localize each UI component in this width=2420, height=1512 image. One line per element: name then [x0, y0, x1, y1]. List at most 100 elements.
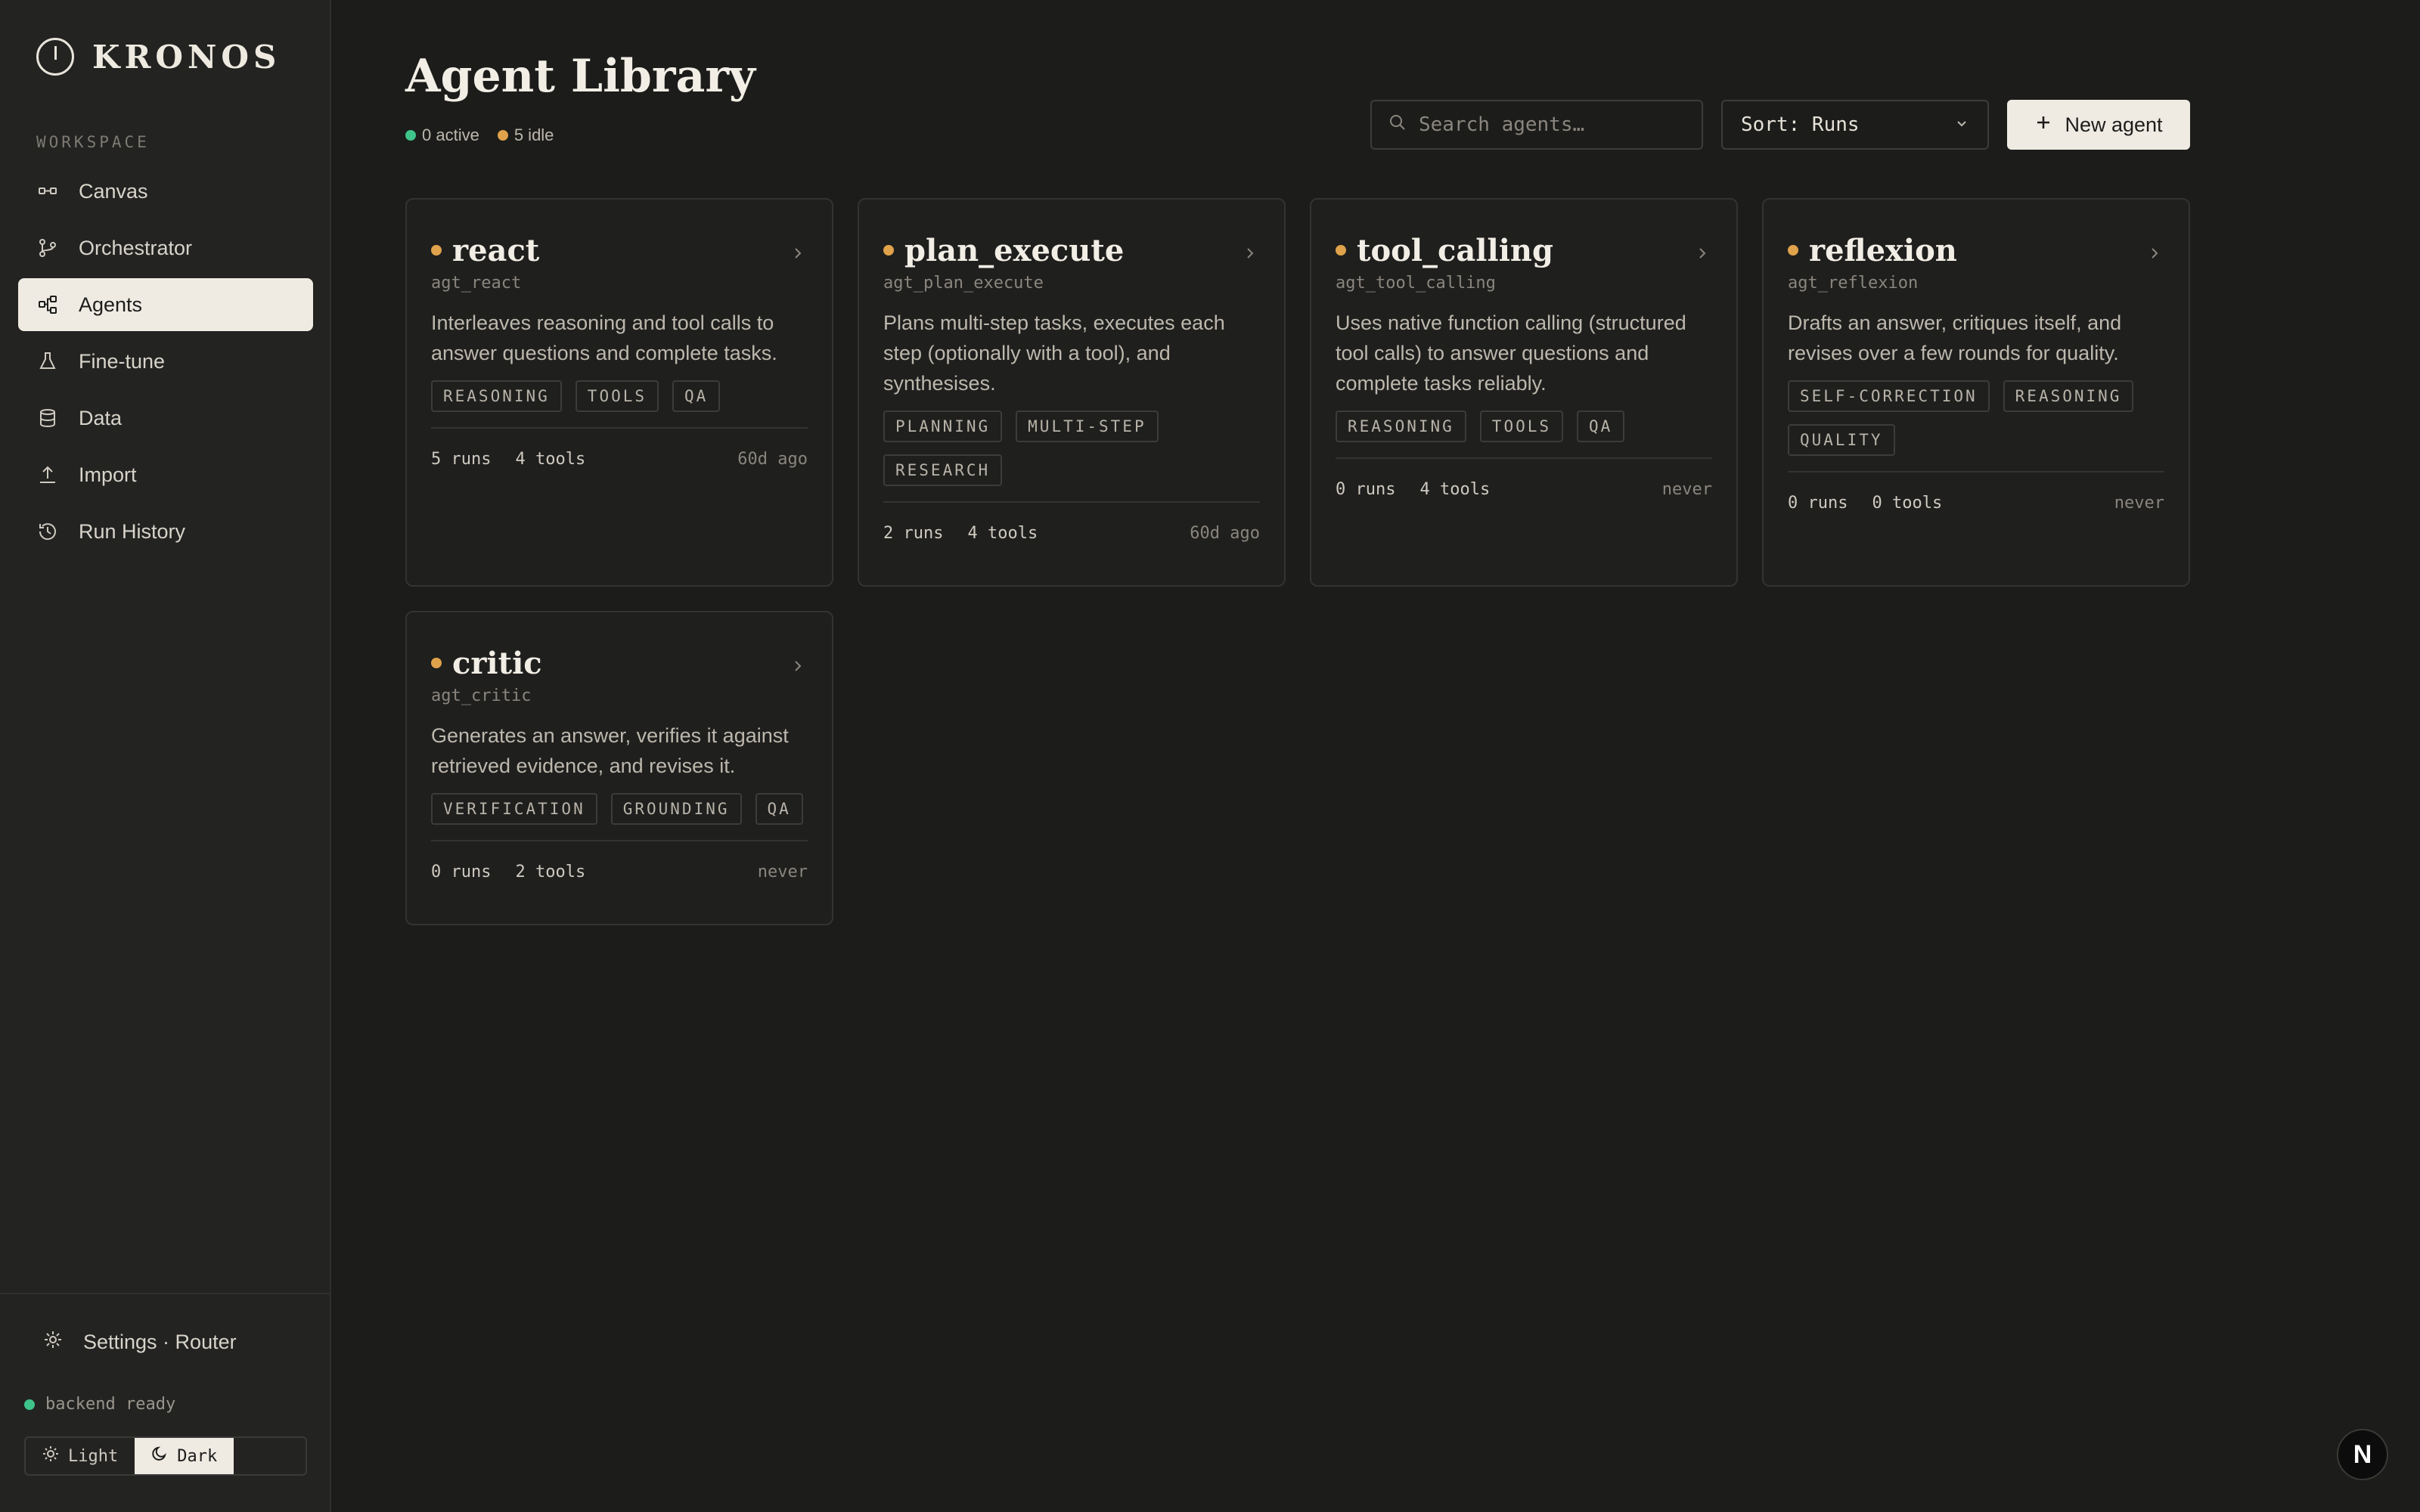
agent-tags: REASONING TOOLS QA — [431, 380, 808, 412]
sidebar-item-fine-tune[interactable]: Fine-tune — [18, 335, 313, 388]
agent-tags: REASONING TOOLS QA — [1336, 411, 1712, 442]
sidebar-item-data[interactable]: Data — [18, 392, 313, 445]
agent-name: tool_calling — [1357, 232, 1553, 268]
sidebar-item-label: Import — [79, 463, 137, 486]
chevron-right-icon[interactable] — [1242, 245, 1258, 262]
agent-card-tool-calling[interactable]: tool_calling agt_tool_calling Uses nativ… — [1310, 198, 1738, 587]
agent-card-footer: 5 runs 4 tools 60d ago — [431, 427, 808, 489]
brand[interactable]: KRONOS — [36, 38, 281, 76]
agent-tag: VERIFICATION — [431, 793, 597, 825]
agent-description: Generates an answer, verifies it against… — [431, 724, 789, 777]
idle-dot-icon — [431, 245, 442, 256]
active-dot-icon — [405, 130, 416, 141]
chevron-right-icon[interactable] — [790, 245, 806, 262]
settings-router-button[interactable]: Settings · Router — [42, 1329, 237, 1356]
plus-icon — [2034, 113, 2052, 137]
agent-runs: 0 runs — [1788, 493, 1848, 513]
agent-tag: REASONING — [2003, 380, 2134, 412]
agent-card-critic[interactable]: critic agt_critic Generates an answer, v… — [405, 611, 833, 925]
backend-status: backend ready — [24, 1395, 175, 1414]
search-icon — [1388, 113, 1407, 137]
agent-runs: 0 runs — [431, 862, 492, 881]
agent-card-react[interactable]: react agt_react Interleaves reasoning an… — [405, 198, 833, 587]
agent-tools: 4 tools — [1419, 479, 1491, 499]
agent-tag: SELF-CORRECTION — [1788, 380, 1990, 412]
chevron-right-icon[interactable] — [1694, 245, 1711, 262]
idle-count: 5 idle — [497, 125, 554, 145]
agent-last-run: never — [757, 862, 808, 881]
agent-id: agt_react — [431, 274, 522, 293]
agent-card-header: plan_execute — [883, 231, 1260, 269]
next-dev-button[interactable]: N — [2337, 1429, 2388, 1480]
search-input[interactable]: Search agents… — [1370, 100, 1703, 150]
brand-name: KRONOS — [92, 38, 281, 76]
agent-status-summary: 0 active 5 idle — [405, 125, 554, 145]
agent-tags: PLANNING MULTI-STEP RESEARCH — [883, 411, 1260, 486]
chevron-down-icon — [1954, 113, 1969, 136]
agent-card-plan-execute[interactable]: plan_execute agt_plan_execute Plans mult… — [858, 198, 1286, 587]
theme-light-label: Light — [68, 1446, 119, 1466]
idle-count-text: 5 idle — [513, 125, 554, 144]
agent-tag: PLANNING — [883, 411, 1003, 442]
agent-card-header: critic — [431, 644, 808, 682]
sidebar-item-orchestrator[interactable]: Orchestrator — [18, 222, 313, 274]
agent-card-footer: 0 runs 2 tools never — [431, 840, 808, 902]
chevron-right-icon[interactable] — [790, 658, 806, 674]
moon-icon — [151, 1445, 168, 1467]
agent-card-footer: 2 runs 4 tools 60d ago — [883, 501, 1260, 563]
agent-runs: 2 runs — [883, 523, 944, 543]
settings-label: Settings · Router — [83, 1331, 237, 1353]
sidebar-item-run-history[interactable]: Run History — [18, 505, 313, 558]
agent-card-header: reflexion — [1788, 231, 2164, 269]
agent-tags: SELF-CORRECTION REASONING QUALITY — [1788, 380, 2164, 456]
sidebar-item-canvas[interactable]: Canvas — [18, 165, 313, 218]
sidebar-item-agents[interactable]: Agents — [18, 278, 313, 331]
agent-tag: TOOLS — [575, 380, 659, 412]
agent-tag: GROUNDING — [610, 793, 742, 825]
page-title: Agent Library — [405, 50, 755, 103]
agent-tools: 4 tools — [967, 523, 1038, 543]
new-agent-button[interactable]: New agent — [2007, 100, 2190, 150]
agent-description: Plans multi-step tasks, executes each st… — [883, 311, 1225, 395]
sidebar-item-label: Fine-tune — [79, 349, 166, 373]
agent-card-footer: 0 runs 4 tools never — [1336, 457, 1712, 519]
sort-select[interactable]: Sort: Runs — [1721, 100, 1989, 150]
idle-dot-icon — [1788, 245, 1798, 256]
agent-name: react — [452, 232, 540, 268]
agent-runs: 5 runs — [431, 449, 492, 469]
agent-name: plan_execute — [904, 232, 1125, 268]
agent-name: reflexion — [1809, 232, 1957, 268]
theme-toggle: Light Dark — [24, 1436, 307, 1476]
backend-status-text: backend ready — [45, 1395, 176, 1414]
sort-label: Sort: Runs — [1741, 113, 1860, 136]
agent-card-reflexion[interactable]: reflexion agt_reflexion Drafts an answer… — [1762, 198, 2190, 587]
agent-tools: 4 tools — [515, 449, 586, 469]
flask-icon — [36, 350, 59, 373]
agent-id: agt_plan_execute — [883, 274, 1044, 293]
active-count-text: 0 active — [422, 125, 479, 144]
idle-dot-icon — [497, 130, 508, 141]
sidebar: KRONOS WORKSPACE Canvas Orchestrator Age… — [0, 0, 331, 1512]
agent-tag: REASONING — [1336, 411, 1466, 442]
agent-description: Drafts an answer, critiques itself, and … — [1788, 311, 2122, 364]
agent-runs: 0 runs — [1336, 479, 1396, 499]
sidebar-item-label: Data — [79, 406, 123, 429]
agent-name: critic — [452, 645, 542, 681]
agents-icon — [36, 293, 59, 316]
agent-tools: 0 tools — [1872, 493, 1943, 513]
chevron-right-icon[interactable] — [2146, 245, 2163, 262]
agent-tag: QUALITY — [1788, 424, 1895, 456]
agent-card-footer: 0 runs 0 tools never — [1788, 471, 2164, 533]
canvas-icon — [36, 180, 59, 203]
search-placeholder: Search agents… — [1419, 113, 1585, 136]
theme-dark-label: Dark — [177, 1446, 218, 1466]
section-label: WORKSPACE — [36, 133, 150, 151]
agent-id: agt_critic — [431, 686, 532, 705]
agent-tag: TOOLS — [1479, 411, 1564, 442]
upload-icon — [36, 463, 59, 486]
theme-light-button[interactable]: Light — [26, 1438, 135, 1474]
sidebar-item-import[interactable]: Import — [18, 448, 313, 501]
idle-dot-icon — [431, 658, 442, 668]
sidebar-item-label: Canvas — [79, 179, 148, 203]
theme-dark-button[interactable]: Dark — [135, 1438, 234, 1474]
